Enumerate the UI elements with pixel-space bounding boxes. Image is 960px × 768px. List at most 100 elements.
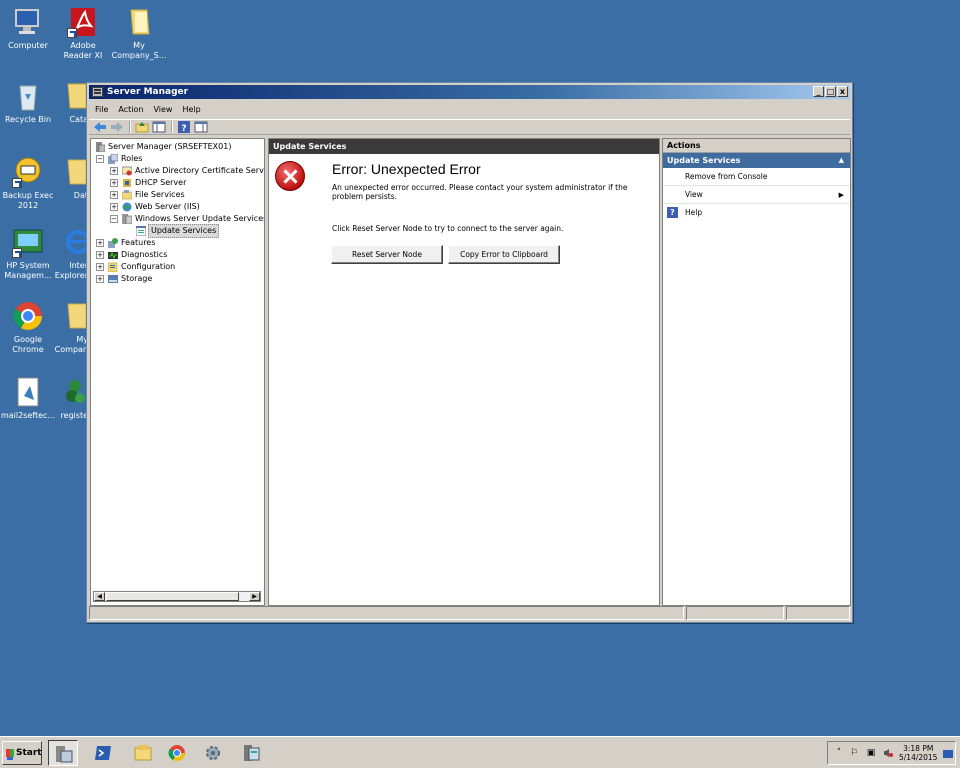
action-label: Help <box>685 208 703 217</box>
expand-icon[interactable]: + <box>110 191 118 199</box>
forward-arrow-icon[interactable] <box>110 121 124 133</box>
help-icon[interactable]: ? <box>177 121 191 134</box>
roles-icon <box>108 153 119 164</box>
expand-icon[interactable]: + <box>110 203 118 211</box>
taskbar-app-powershell[interactable] <box>88 740 118 766</box>
collapse-icon[interactable]: − <box>96 155 104 163</box>
menu-file[interactable]: File <box>95 105 108 114</box>
actions-pane: Actions Update Services ▲ Remove from Co… <box>662 138 851 606</box>
desktop-icon-label: My Company_S... <box>111 41 167 60</box>
tree-item-configuration[interactable]: + Configuration <box>93 261 264 273</box>
expand-icon[interactable]: + <box>96 239 104 247</box>
status-cell <box>786 606 850 620</box>
desktop-icon-label: Google Chrome <box>12 335 44 354</box>
back-arrow-icon[interactable] <box>93 121 107 133</box>
maximize-button[interactable]: □ <box>825 86 836 97</box>
reset-server-node-button[interactable]: Reset Server Node <box>331 245 443 264</box>
server-manager-icon <box>92 87 103 97</box>
status-bar <box>89 606 850 620</box>
tree-item-server-manager[interactable]: Server Manager (SRSEFTEX01) <box>93 141 264 153</box>
show-desktop-button[interactable] <box>943 750 953 758</box>
desktop-icon-dat[interactable]: Dat <box>52 156 88 201</box>
menu-action[interactable]: Action <box>118 105 143 114</box>
scroll-right-icon[interactable]: ▶ <box>249 592 260 601</box>
clock-date: 5/14/2015 <box>899 753 938 762</box>
tree-item-diagnostics[interactable]: + Diagnostics <box>93 249 264 261</box>
taskbar-app-control-panel[interactable] <box>198 740 228 766</box>
desktop-icon-mail2seftec[interactable]: mail2seftec... <box>0 376 56 421</box>
wsus-icon <box>122 214 133 225</box>
actions-section-update-services[interactable]: Update Services ▲ <box>663 153 850 168</box>
action-remove-from-console[interactable]: Remove from Console <box>663 168 850 186</box>
desktop-icon-adobe-reader[interactable]: Adobe Reader XI <box>55 6 111 61</box>
copy-error-button[interactable]: Copy Error to Clipboard <box>448 245 560 264</box>
desktop-icon-cata[interactable]: Cata <box>52 80 88 125</box>
network-icon[interactable]: ▣ <box>866 748 876 758</box>
tree-item-label: Roles <box>121 154 143 163</box>
volume-muted-icon[interactable] <box>883 748 893 758</box>
window-titlebar[interactable]: Server Manager _ □ x <box>89 85 850 99</box>
result-pane: Update Services Error: Unexpected Error … <box>268 138 660 606</box>
desktop-icon-google-chrome[interactable]: Google Chrome <box>0 300 56 355</box>
taskbar-app-server-manager[interactable] <box>48 740 78 766</box>
action-help[interactable]: ? Help <box>663 204 850 222</box>
action-view[interactable]: View ▶ <box>663 186 850 204</box>
taskbar-app-chrome[interactable] <box>162 740 192 766</box>
start-label: Start <box>16 748 42 758</box>
minimize-button[interactable]: _ <box>813 86 824 97</box>
submenu-arrow-icon: ▶ <box>838 191 844 199</box>
desktop-icon-label: Inter Explorer <box>54 261 88 280</box>
desktop-icon-internet-explorer[interactable]: Inter Explorer <box>52 226 90 281</box>
tree-item-label: Diagnostics <box>121 250 168 259</box>
tree-item-features[interactable]: + Features <box>93 237 264 249</box>
tree-item-roles[interactable]: − Roles <box>93 153 264 165</box>
tree-item-label: File Services <box>135 190 185 199</box>
system-clock[interactable]: 3:18 PM 5/14/2015 <box>899 744 937 762</box>
expand-icon[interactable]: + <box>96 251 104 259</box>
close-button[interactable]: x <box>837 86 848 97</box>
expand-icon[interactable]: + <box>110 179 118 187</box>
wsus-icon <box>242 744 260 762</box>
taskbar-app-wsus[interactable] <box>236 740 266 766</box>
storage-icon <box>108 274 118 284</box>
expand-icon[interactable]: + <box>96 275 104 283</box>
tree-item-label: Features <box>121 238 156 247</box>
expand-icon[interactable]: + <box>96 263 104 271</box>
desktop-icon-recycle-bin[interactable]: Recycle Bin <box>0 80 56 125</box>
desktop-icon-my-compan[interactable]: My Compan <box>52 300 88 355</box>
tree-horizontal-scrollbar[interactable]: ◀ ▶ <box>93 591 261 602</box>
show-hide-console-tree-icon[interactable] <box>152 121 166 133</box>
show-hide-action-pane-icon[interactable] <box>194 121 208 133</box>
menu-help[interactable]: Help <box>182 105 200 114</box>
action-center-flag-icon[interactable]: ⚐ <box>849 748 859 758</box>
error-title: Error: Unexpected Error <box>332 161 481 177</box>
features-icon <box>108 238 118 248</box>
tree-item-web-server[interactable]: + Web Server (IIS) <box>93 201 264 213</box>
desktop-icon-computer[interactable]: Computer <box>0 6 56 51</box>
show-hidden-icons-icon[interactable]: ˄ <box>834 748 844 758</box>
tree-item-storage[interactable]: + Storage <box>93 273 264 285</box>
desktop-icon-backup-exec[interactable]: Backup Exec 2012 <box>0 156 56 211</box>
menu-view[interactable]: View <box>153 105 172 114</box>
tree-item-ad-certificate[interactable]: + Active Directory Certificate Service <box>93 165 264 177</box>
taskbar-app-explorer[interactable] <box>128 740 158 766</box>
error-message: An unexpected error occurred. Please con… <box>332 183 628 201</box>
scrollbar-thumb[interactable] <box>106 592 239 601</box>
desktop-icon-hp-system[interactable]: HP System Managem... <box>0 226 56 281</box>
up-folder-icon[interactable] <box>135 121 149 133</box>
tree-item-label: Update Services <box>148 224 220 238</box>
desktop-icon-label: Computer <box>8 41 48 50</box>
desktop-icon-label: registe <box>60 411 88 420</box>
expand-icon[interactable]: + <box>110 167 118 175</box>
desktop-icon-registe[interactable]: registe <box>52 376 88 421</box>
desktop-icon-my-company[interactable]: My Company_S... <box>111 6 167 61</box>
hp-system-icon <box>12 226 44 258</box>
tree-item-label: Configuration <box>121 262 176 271</box>
scroll-left-icon[interactable]: ◀ <box>94 592 105 601</box>
tree-item-update-services[interactable]: Update Services <box>93 224 264 238</box>
start-button[interactable]: Start <box>2 741 42 765</box>
collapse-caret-icon[interactable]: ▲ <box>839 153 844 168</box>
tree-item-file-services[interactable]: + File Services <box>93 189 264 201</box>
tree-item-dhcp-server[interactable]: + DHCP Server <box>93 177 264 189</box>
collapse-icon[interactable]: − <box>110 215 118 223</box>
